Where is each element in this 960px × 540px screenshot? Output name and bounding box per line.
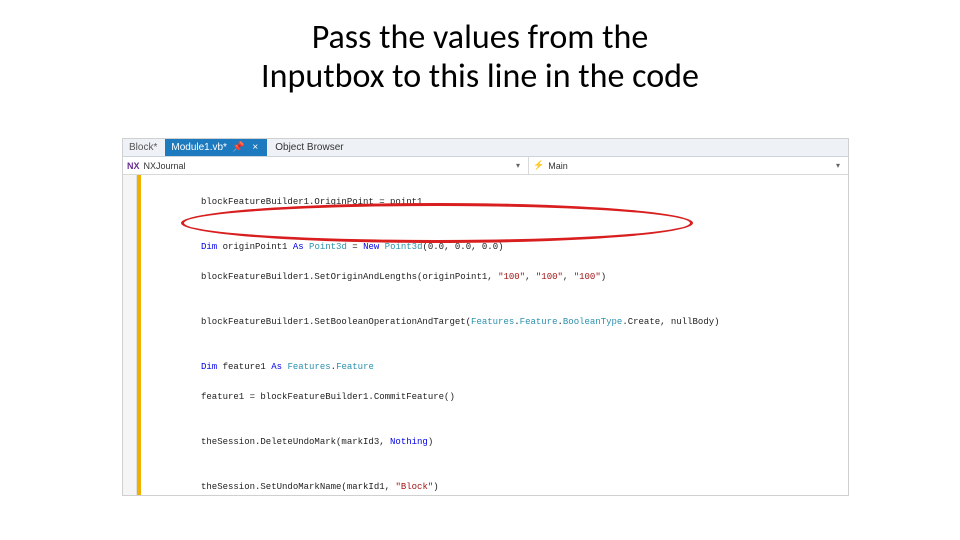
chevron-down-icon: ▾ xyxy=(832,161,844,170)
method-dropdown[interactable]: ⚡ Main ▾ xyxy=(529,157,848,174)
slide-title: Pass the values from the Inputbox to thi… xyxy=(0,0,960,100)
title-line2: Inputbox to this line in the code xyxy=(261,56,699,97)
class-dropdown-value: NXJournal xyxy=(144,161,512,171)
close-icon[interactable]: × xyxy=(249,142,261,153)
chevron-down-icon: ▾ xyxy=(512,161,524,170)
lightning-icon: ⚡ xyxy=(533,160,544,171)
code-editor[interactable]: blockFeatureBuilder1.OriginPoint = point… xyxy=(141,175,848,495)
nx-icon: NX xyxy=(127,161,140,171)
title-line1: Pass the values from the xyxy=(312,17,649,58)
pin-icon[interactable]: 📌 xyxy=(229,142,247,153)
tab-block[interactable]: Block* xyxy=(123,142,165,153)
class-method-dropdowns: NX NXJournal ▾ ⚡ Main ▾ xyxy=(123,157,848,175)
tab-active-module1[interactable]: Module1.vb* 📌 × xyxy=(165,139,267,156)
class-dropdown[interactable]: NX NXJournal ▾ xyxy=(123,157,529,174)
method-dropdown-value: Main xyxy=(548,161,832,171)
tab-active-label: Module1.vb* xyxy=(171,142,227,153)
code-area: blockFeatureBuilder1.OriginPoint = point… xyxy=(123,175,848,495)
line-gutter xyxy=(123,175,137,495)
tab-object-browser[interactable]: Object Browser xyxy=(267,142,351,153)
ide-window: Block* Module1.vb* 📌 × Object Browser NX… xyxy=(122,138,849,496)
tab-strip: Block* Module1.vb* 📌 × Object Browser xyxy=(123,139,848,157)
